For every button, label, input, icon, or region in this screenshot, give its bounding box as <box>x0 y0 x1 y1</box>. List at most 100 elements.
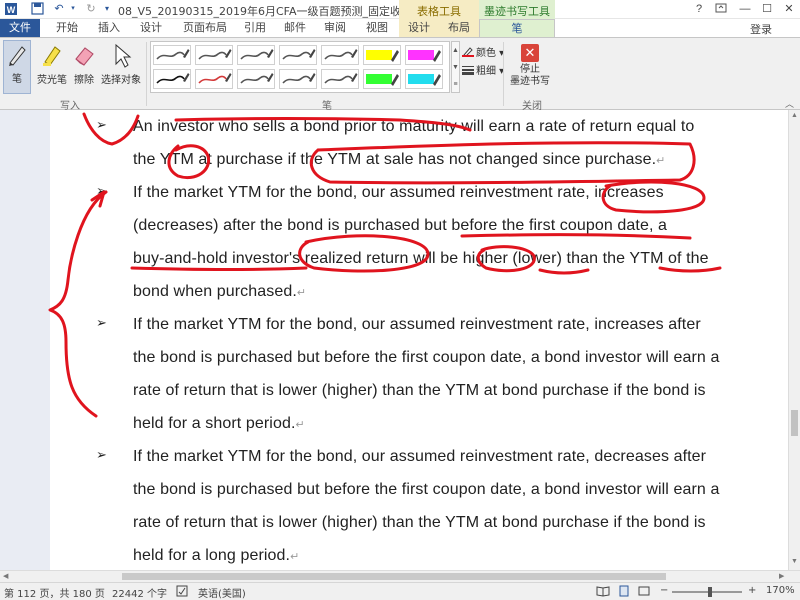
ribbon-separator <box>146 42 147 106</box>
select-objects-button[interactable]: 选择对象 <box>99 42 143 92</box>
tab-page-layout[interactable]: 页面布局 <box>178 19 232 37</box>
tab-pen[interactable]: 笔 <box>479 19 555 37</box>
document-page[interactable]: ➢ An investor who sells a bond prior to … <box>50 110 788 570</box>
line-weight-icon <box>462 65 474 75</box>
pen-style-swatch[interactable] <box>279 45 317 65</box>
pen-style-swatch[interactable] <box>321 69 359 89</box>
pen-color-icon <box>462 47 474 57</box>
pen-style-swatch[interactable] <box>195 45 233 65</box>
read-mode-icon[interactable] <box>596 585 610 600</box>
zoom-out-button[interactable]: − <box>660 585 668 596</box>
scroll-left-icon[interactable]: ◀ <box>3 572 8 580</box>
pen-style-swatch[interactable] <box>153 69 191 89</box>
tab-table-design[interactable]: 设计 <box>399 19 439 37</box>
document-area: ➢ An investor who sells a bond prior to … <box>0 110 788 570</box>
ribbon-separator <box>503 42 504 106</box>
scroll-right-icon[interactable]: ▶ <box>779 572 784 580</box>
sign-in-link[interactable]: 登录 <box>750 21 772 37</box>
text-line: buy-and-hold investor's realized return … <box>133 250 709 267</box>
pen-style-swatch[interactable] <box>195 69 233 89</box>
scroll-down-icon[interactable]: ▼ <box>791 558 798 565</box>
stop-inking-label-2: 墨迹书写 <box>510 76 550 87</box>
highlighter-icon <box>43 46 61 66</box>
gallery-down-icon[interactable]: ▼ <box>452 59 459 76</box>
tab-view[interactable]: 视图 <box>360 19 394 37</box>
ink-tools-context: 墨迹书写工具 <box>479 0 555 19</box>
eraser-tool-button[interactable]: 擦除 <box>71 42 97 92</box>
ribbon-display-icon[interactable] <box>714 2 728 16</box>
vertical-scrollbar[interactable]: ▲ ▼ <box>788 110 800 570</box>
stop-inking-button[interactable]: ✕ 停止 墨迹书写 <box>508 41 552 95</box>
tab-home[interactable]: 开始 <box>50 19 84 37</box>
horizontal-scroll-thumb[interactable] <box>122 573 666 580</box>
pen-tool-button[interactable]: 笔 <box>3 40 31 94</box>
redo-icon[interactable]: ↻ <box>84 2 98 16</box>
pen-style-swatch[interactable] <box>405 69 443 89</box>
text-line: rate of return that is lower (higher) th… <box>133 514 706 531</box>
text-line: bond when purchased.↵ <box>133 283 306 301</box>
word-app-icon[interactable]: W <box>4 2 18 16</box>
print-layout-icon[interactable] <box>618 585 630 600</box>
web-layout-icon[interactable] <box>638 585 650 600</box>
horizontal-scrollbar[interactable]: ◀ ▶ <box>0 570 800 582</box>
bullet-icon: ➢ <box>96 118 107 133</box>
gallery-more-icon[interactable]: ≡ <box>452 76 459 93</box>
stop-inking-label-1: 停止 <box>520 64 540 75</box>
text-line: If the market YTM for the bond, our assu… <box>133 184 664 201</box>
text-line: held for a long period.↵ <box>133 547 299 565</box>
tab-table-layout[interactable]: 布局 <box>439 19 479 37</box>
customize-quick-access-icon[interactable]: ▾ <box>100 2 114 16</box>
stop-inking-icon: ✕ <box>521 44 539 62</box>
undo-icon[interactable]: ↶ <box>52 2 66 16</box>
zoom-slider[interactable] <box>672 591 742 593</box>
text-line: If the market YTM for the bond, our assu… <box>133 448 707 465</box>
zoom-slider-handle[interactable] <box>708 587 712 597</box>
pen-style-swatch[interactable] <box>153 45 191 65</box>
color-dropdown[interactable]: 颜色 ▾ <box>462 44 504 59</box>
tab-references[interactable]: 引用 <box>238 19 272 37</box>
text-line-content: bond when purchased. <box>133 283 297 300</box>
gallery-up-icon[interactable]: ▲ <box>452 42 459 59</box>
thickness-dropdown[interactable]: 粗细 ▾ <box>462 62 504 77</box>
tab-file[interactable]: 文件 <box>0 19 40 37</box>
collapse-ribbon-icon[interactable]: ︿ <box>785 97 794 110</box>
undo-dropdown-icon[interactable]: ▾ <box>66 2 80 16</box>
highlighter-tool-button[interactable]: 荧光笔 <box>35 42 69 92</box>
pen-style-swatch[interactable] <box>363 45 401 65</box>
text-line: held for a short period.↵ <box>133 415 305 433</box>
zoom-in-button[interactable]: + <box>748 585 756 596</box>
pen-style-swatch[interactable] <box>321 45 359 65</box>
pen-style-swatch[interactable] <box>237 45 275 65</box>
pen-style-swatch[interactable] <box>279 69 317 89</box>
help-button[interactable]: ? <box>692 2 706 16</box>
word-window: W ↶ ▾ ↻ ▾ 08_V5_20190315_2019年6月CFA一级百题预… <box>0 0 800 600</box>
pen-style-swatch[interactable] <box>405 45 443 65</box>
word-count[interactable]: 22442 个字 <box>112 585 167 600</box>
paragraph-mark: ↵ <box>290 551 300 563</box>
pen-style-swatch[interactable] <box>237 69 275 89</box>
tab-design[interactable]: 设计 <box>134 19 168 37</box>
language-indicator[interactable]: 英语(美国) <box>198 585 246 600</box>
scroll-up-icon[interactable]: ▲ <box>791 112 798 119</box>
paragraph-mark: ↵ <box>656 155 666 167</box>
tab-review[interactable]: 审阅 <box>318 19 352 37</box>
minimize-button[interactable]: — <box>738 2 752 16</box>
proofing-icon[interactable] <box>176 585 188 600</box>
text-line: the bond is purchased but before the fir… <box>133 349 720 366</box>
pen-style-swatch[interactable] <box>363 69 401 89</box>
vertical-scroll-thumb[interactable] <box>791 410 798 436</box>
page-count[interactable]: 第 112 页，共 180 页 <box>4 585 105 600</box>
restore-button[interactable]: ☐ <box>760 2 774 16</box>
text-line-content: held for a long period. <box>133 547 291 564</box>
close-button[interactable]: ✕ <box>782 2 796 16</box>
zoom-level[interactable]: 170% <box>766 585 795 596</box>
save-icon[interactable] <box>30 2 44 16</box>
gallery-scroll[interactable]: ▲ ▼ ≡ <box>451 41 460 93</box>
cursor-arrow-icon <box>115 43 132 68</box>
tab-insert[interactable]: 插入 <box>92 19 126 37</box>
eraser-icon <box>75 47 94 66</box>
tab-mailings[interactable]: 邮件 <box>278 19 312 37</box>
document-title: 08_V5_20190315_2019年6月CFA一级百题预测_固定收益 ( 摸… <box>118 5 445 18</box>
thickness-label: 粗细 <box>476 66 496 77</box>
pen-icon <box>9 46 26 66</box>
